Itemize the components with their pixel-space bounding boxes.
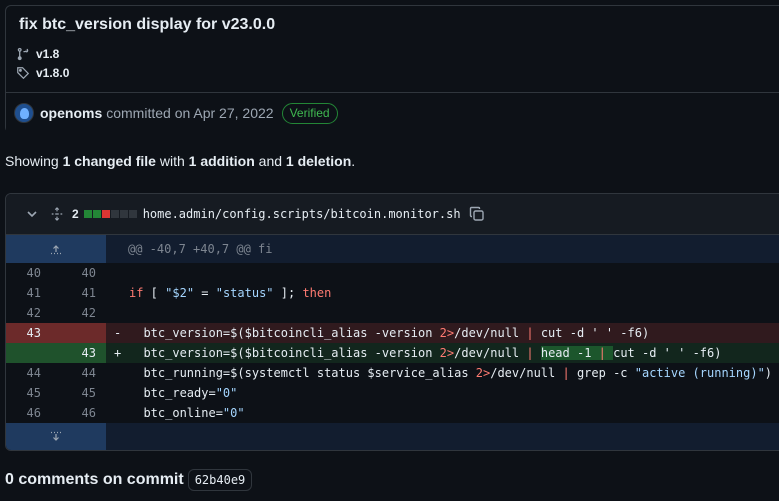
- code-line: btc_version=$($bitcoincli_alias -version…: [129, 326, 650, 340]
- old-line-number[interactable]: 46: [6, 403, 56, 423]
- new-line-number[interactable]: 45: [56, 383, 106, 403]
- new-line-number[interactable]: 41: [56, 283, 106, 303]
- new-line-number[interactable]: 43: [56, 343, 106, 363]
- diffstat-block: [101, 210, 110, 218]
- expand-up-button[interactable]: [6, 235, 106, 263]
- diff-marker: [106, 283, 129, 303]
- old-line-number[interactable]: 41: [6, 283, 56, 303]
- commit-title: fix btc_version display for v23.0.0: [19, 16, 276, 33]
- old-line-number[interactable]: 45: [6, 383, 56, 403]
- commit-header: fix btc_version display for v23.0.0 v1.8…: [5, 5, 779, 133]
- diff-marker: [106, 363, 129, 383]
- additions-count: 1 addition: [188, 153, 255, 169]
- diff-marker: [106, 383, 129, 403]
- avatar[interactable]: [14, 103, 34, 123]
- diff-summary: Showing 1 changed file with 1 addition a…: [5, 153, 356, 169]
- diff-marker: [106, 303, 129, 323]
- expand-up-icon: [51, 245, 61, 255]
- context-line: 40 40: [6, 263, 779, 283]
- file-header: 2 home.admin/config.scripts/bitcoin.moni…: [6, 194, 779, 235]
- code-line: btc_running=$(systemctl status $service_…: [129, 366, 773, 380]
- branch-ref[interactable]: v1.8: [16, 47, 59, 61]
- new-line-number[interactable]: 46: [56, 403, 106, 423]
- context-line: 46 46 btc_online="0": [6, 403, 779, 423]
- code-line: btc_online="0": [129, 406, 245, 420]
- old-line-number[interactable]: 42: [6, 303, 56, 323]
- diffstat-bar: [83, 210, 137, 218]
- code-line: btc_ready="0": [129, 386, 238, 400]
- diff-table: @@ -40,7 +40,7 @@ fi 40 40 41 41 if [ "$2" =…: [6, 235, 779, 450]
- verified-badge[interactable]: Verified: [281, 102, 338, 124]
- diffstat-block: [119, 210, 128, 218]
- new-line-number[interactable]: 42: [56, 303, 106, 323]
- diffstat-block: [83, 210, 92, 218]
- fold-icon[interactable]: [50, 207, 64, 221]
- git-branch-icon: [17, 47, 29, 61]
- tag-ref[interactable]: v1.8.0: [16, 66, 69, 80]
- diffstat-block: [128, 210, 137, 218]
- changes-count: 2: [72, 207, 79, 221]
- new-line-number[interactable]: 44: [56, 363, 106, 383]
- new-line-number[interactable]: 40: [56, 263, 106, 283]
- diff-marker: [106, 263, 129, 283]
- code-line: if [ "$2" = "status" ]; then: [129, 286, 332, 300]
- hunk-header: @@ -40,7 +40,7 @@ fi: [128, 242, 273, 256]
- context-line: 44 44 btc_running=$(systemctl status $ser…: [6, 363, 779, 383]
- old-line-number[interactable]: [6, 343, 56, 363]
- copy-icon[interactable]: [469, 206, 485, 222]
- expand-down-icon: [51, 431, 61, 441]
- expand-down-button[interactable]: [6, 423, 106, 450]
- diff-marker: [106, 403, 129, 423]
- diff-marker: -: [114, 326, 122, 340]
- tag-name: v1.8.0: [36, 66, 70, 80]
- diffstat-block: [92, 210, 101, 218]
- code-line: btc_version=$($bitcoincli_alias -version…: [129, 346, 722, 360]
- deleted-line: 43 - btc_version=$($bitcoincli_alias -ver…: [6, 323, 779, 343]
- hunk-header-row: @@ -40,7 +40,7 @@ fi: [6, 235, 779, 263]
- comments-title: 0 comments on commit: [5, 471, 184, 488]
- context-line: 45 45 btc_ready="0": [6, 383, 779, 403]
- diffstat-block: [110, 210, 119, 218]
- file-diff: 2 home.admin/config.scripts/bitcoin.moni…: [5, 193, 779, 451]
- committed-date: committed on Apr 27, 2022: [106, 105, 274, 121]
- new-line-number[interactable]: [56, 323, 106, 343]
- chevron-down-icon[interactable]: [26, 208, 38, 220]
- comments-heading: 0 comments on commit 62b40e9: [5, 469, 253, 491]
- diff-marker: +: [114, 346, 122, 360]
- added-line: 43 + btc_version=$($bitcoincli_alias -ver…: [6, 343, 779, 363]
- tag-icon: [17, 67, 30, 80]
- commit-sha-badge[interactable]: 62b40e9: [187, 469, 253, 491]
- commit-meta: openoms committed on Apr 27, 2022 Verifi…: [6, 92, 779, 133]
- old-line-number[interactable]: 40: [6, 263, 56, 283]
- changed-files-count: 1 changed file: [62, 153, 156, 169]
- context-line: 42 42: [6, 303, 779, 323]
- old-line-number[interactable]: 44: [6, 363, 56, 383]
- file-path-link[interactable]: home.admin/config.scripts/bitcoin.monito…: [143, 207, 461, 221]
- deletions-count: 1 deletion: [285, 153, 352, 169]
- hunk-footer-row: [6, 423, 779, 450]
- author-link[interactable]: openoms: [40, 105, 102, 121]
- branch-name: v1.8: [36, 47, 60, 61]
- old-line-number[interactable]: 43: [6, 323, 56, 343]
- context-line: 41 41 if [ "$2" = "status" ]; then: [6, 283, 779, 303]
